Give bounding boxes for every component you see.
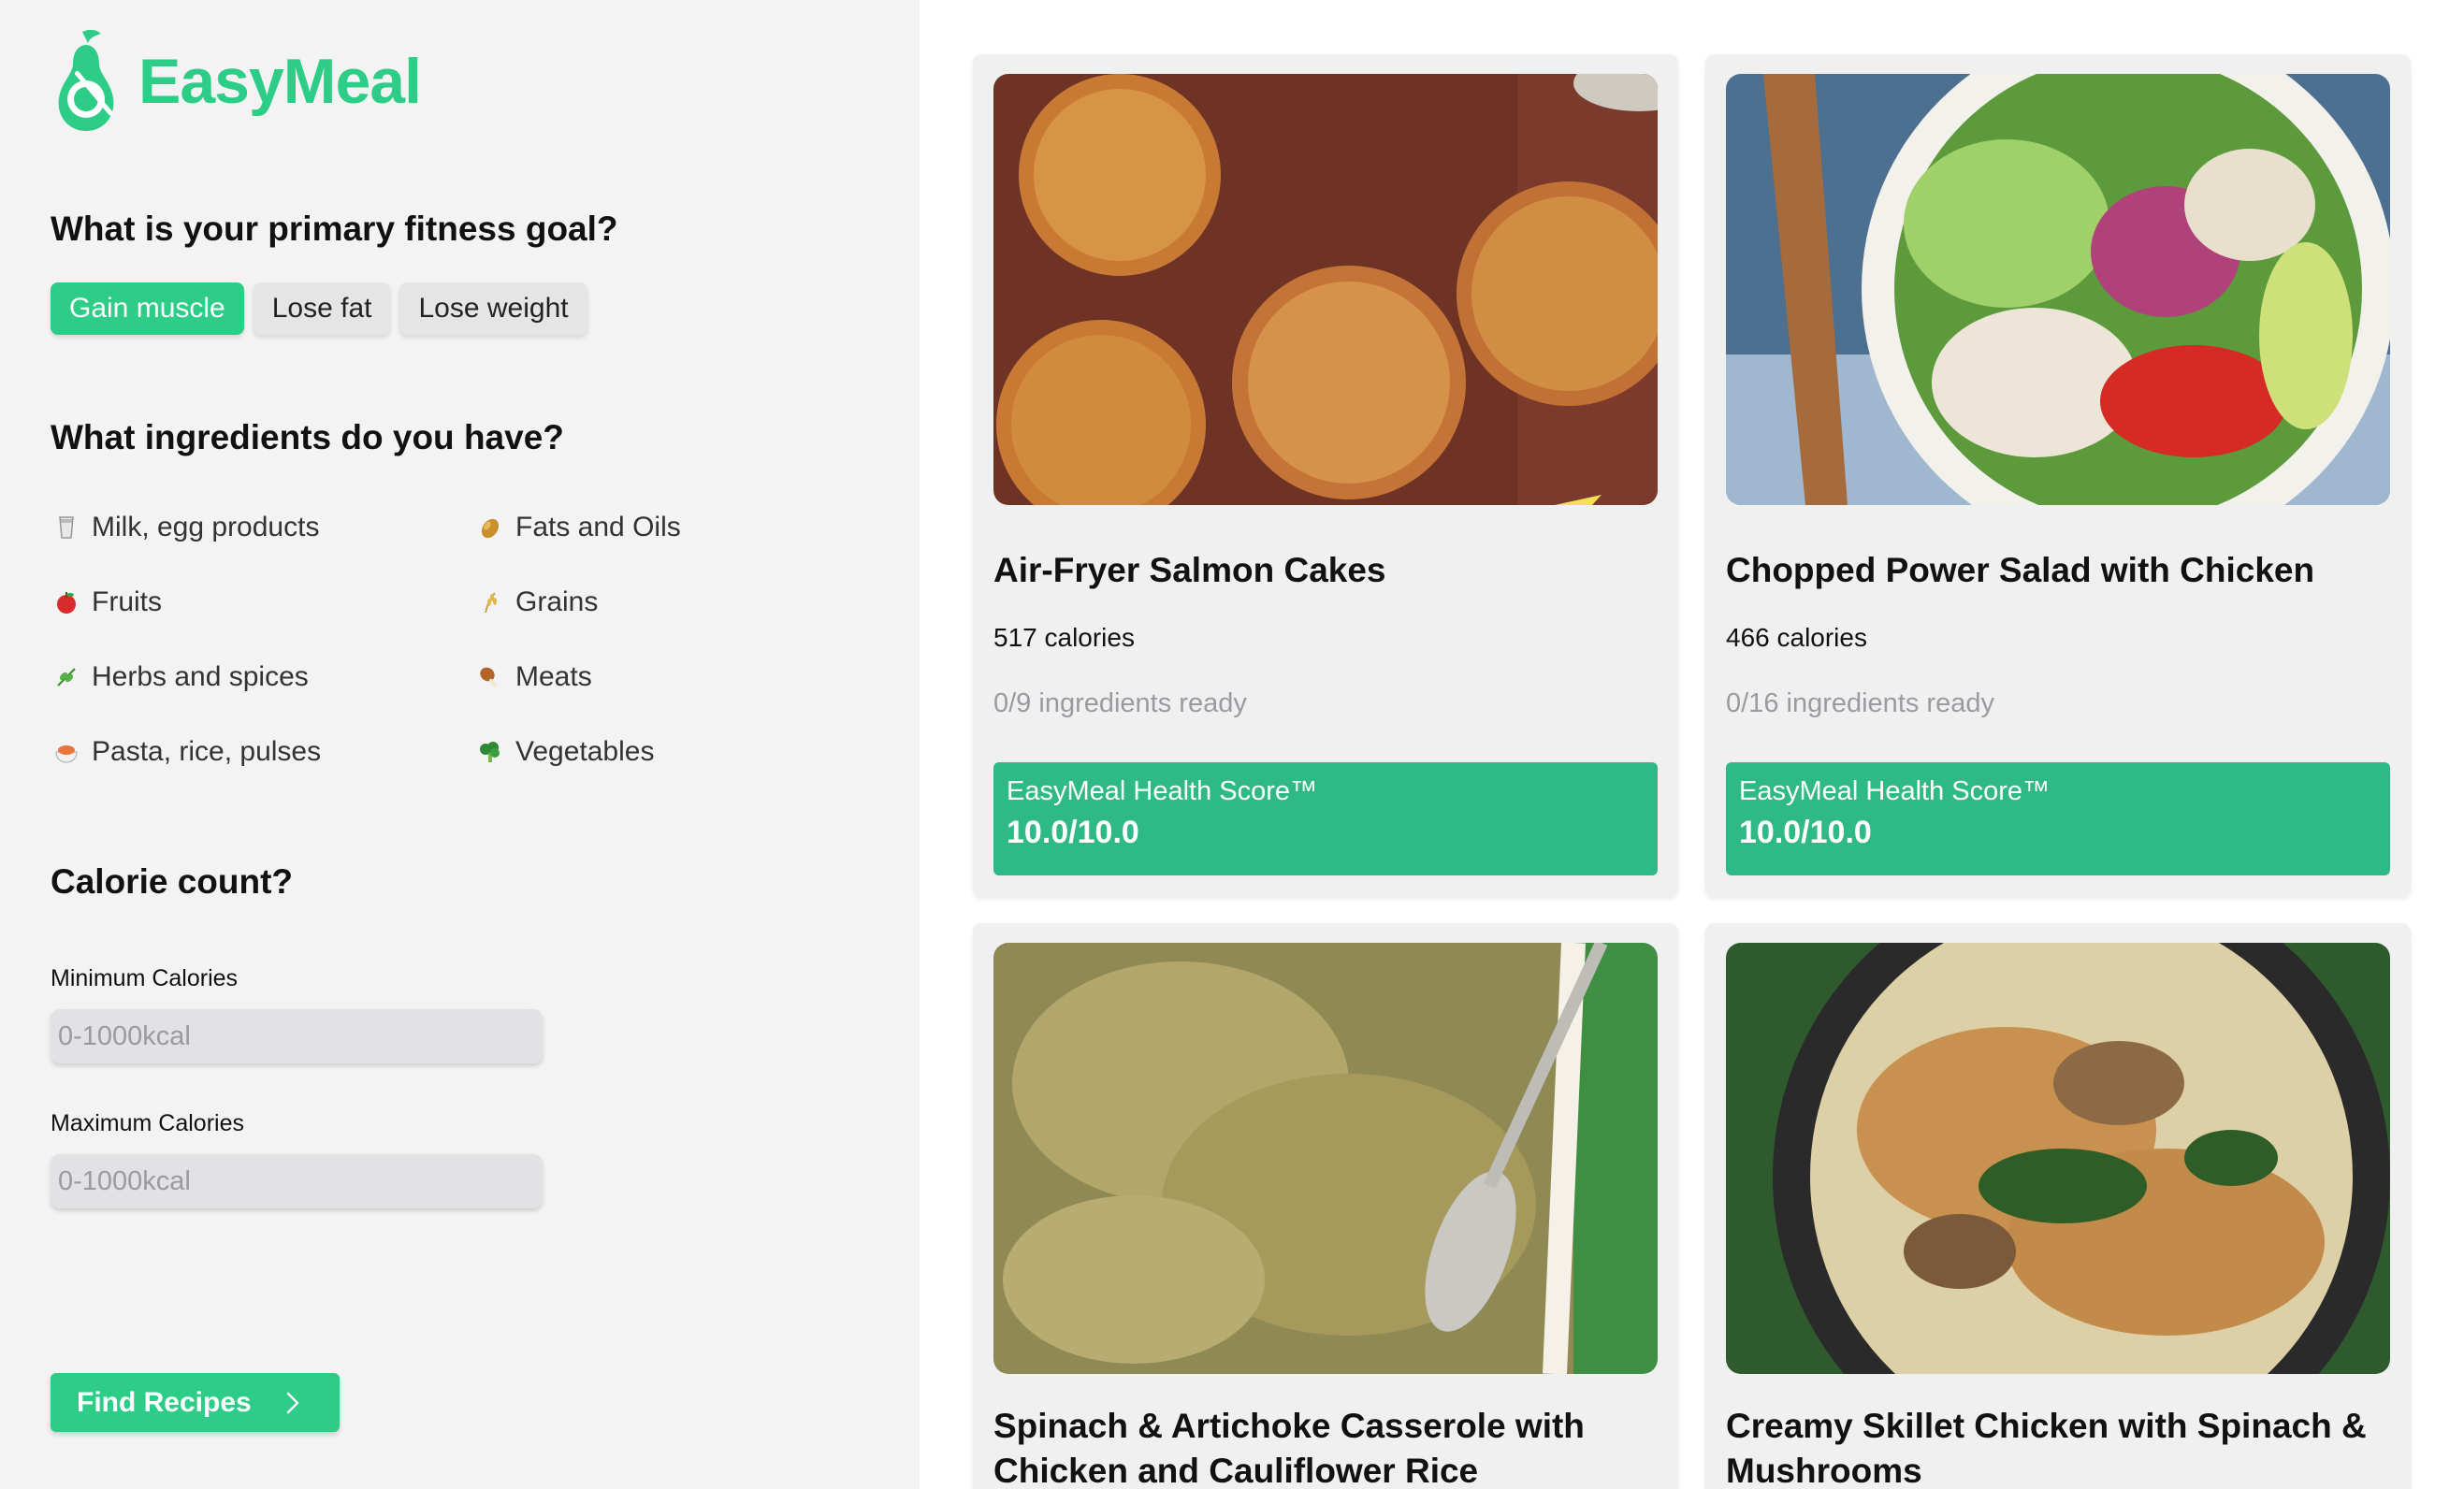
recipe-title[interactable]: Chopped Power Salad with Chicken <box>1726 548 2390 593</box>
ingredient-fats-oils[interactable]: Fats and Oils <box>478 511 777 544</box>
app: EasyMeal What is your primary fitness go… <box>0 0 2464 1489</box>
recipe-card[interactable]: Air-Fryer Salmon Cakes 517 calories 0/9 … <box>973 54 1678 898</box>
find-recipes-label: Find Recipes <box>77 1386 252 1418</box>
recipe-card[interactable]: Spinach & Artichoke Casserole with Chick… <box>973 923 1678 1489</box>
health-score-label: EasyMeal Health Score™ <box>1007 776 1318 806</box>
ingredient-milk-egg[interactable]: Milk, egg products <box>54 511 478 544</box>
recipe-image-creamy-chicken[interactable] <box>1726 943 2390 1374</box>
goal-options: Gain muscle Lose fat Lose weight <box>51 282 587 335</box>
ingredient-label: Fats and Oils <box>515 512 681 542</box>
ingredient-label: Pasta, rice, pulses <box>92 736 322 767</box>
avocado-logo-icon <box>58 29 114 131</box>
ingredient-label: Herbs and spices <box>92 661 309 692</box>
goal-lose-fat-button[interactable]: Lose fat <box>253 282 391 335</box>
brand-name: EasyMeal <box>138 46 422 117</box>
min-calories-label: Minimum Calories <box>51 965 239 991</box>
herb-icon <box>57 668 76 687</box>
ingredient-grains[interactable]: Grains <box>478 585 777 619</box>
recipe-calories: 466 calories <box>1726 623 1867 652</box>
max-calories-input[interactable] <box>51 1154 543 1208</box>
ingredient-categories: Milk, egg products Fats and Oils Fruits <box>54 511 777 769</box>
recipe-card[interactable]: Chopped Power Salad with Chicken 466 cal… <box>1705 54 2411 898</box>
milk-icon <box>59 516 74 539</box>
grain-icon <box>485 592 497 614</box>
logo[interactable]: EasyMeal <box>51 28 422 135</box>
recipe-image-spinach-casserole[interactable] <box>993 943 1658 1374</box>
ingredient-vegetables[interactable]: Vegetables <box>478 735 777 769</box>
filter-sidebar: EasyMeal What is your primary fitness go… <box>0 0 920 1489</box>
min-calories-input[interactable] <box>51 1009 543 1063</box>
recipe-card[interactable]: Creamy Skillet Chicken with Spinach & Mu… <box>1705 923 2411 1489</box>
health-score-label: EasyMeal Health Score™ <box>1739 776 2051 806</box>
recipe-title[interactable]: Air-Fryer Salmon Cakes <box>993 548 1658 593</box>
drumstick-icon <box>480 667 498 687</box>
ingredient-label: Fruits <box>92 586 162 617</box>
recipe-title[interactable]: Creamy Skillet Chicken with Spinach & Mu… <box>1726 1404 2390 1489</box>
ingredient-pasta-rice[interactable]: Pasta, rice, pulses <box>54 735 478 769</box>
health-score-value: 10.0/10.0 <box>1739 815 1872 850</box>
broccoli-icon <box>480 742 500 762</box>
ingredient-label: Meats <box>515 661 592 692</box>
health-score-value: 10.0/10.0 <box>1007 815 1139 850</box>
goal-question: What is your primary fitness goal? <box>51 210 618 248</box>
oil-icon <box>481 518 500 539</box>
recipe-title[interactable]: Spinach & Artichoke Casserole with Chick… <box>993 1404 1658 1489</box>
max-calories-label: Maximum Calories <box>51 1110 244 1136</box>
ingredients-question: What ingredients do you have? <box>51 418 564 456</box>
pasta-icon <box>55 745 78 763</box>
health-score-badge: EasyMeal Health Score™ 10.0/10.0 <box>1726 762 2390 875</box>
recipe-image-power-salad[interactable] <box>1726 74 2390 505</box>
goal-lose-weight-button[interactable]: Lose weight <box>399 282 587 335</box>
apple-icon <box>57 592 76 614</box>
find-recipes-button[interactable]: Find Recipes <box>51 1373 340 1432</box>
health-score-badge: EasyMeal Health Score™ 10.0/10.0 <box>993 762 1658 875</box>
ingredient-label: Vegetables <box>515 736 655 767</box>
ingredient-label: Milk, egg products <box>92 512 320 542</box>
ingredient-label: Grains <box>515 586 599 617</box>
ingredient-meats[interactable]: Meats <box>478 660 777 694</box>
calorie-question: Calorie count? <box>51 862 294 901</box>
ingredient-herbs-spices[interactable]: Herbs and spices <box>54 660 478 694</box>
goal-gain-muscle-button[interactable]: Gain muscle <box>51 282 244 335</box>
recipe-calories: 517 calories <box>993 623 1135 652</box>
chevron-right-icon <box>286 1392 298 1413</box>
recipe-image-salmon-cakes[interactable] <box>993 74 1658 505</box>
recipe-ingredients-ready: 0/16 ingredients ready <box>1726 688 1994 718</box>
ingredient-fruits[interactable]: Fruits <box>54 585 478 619</box>
recipe-ingredients-ready: 0/9 ingredients ready <box>993 688 1247 718</box>
